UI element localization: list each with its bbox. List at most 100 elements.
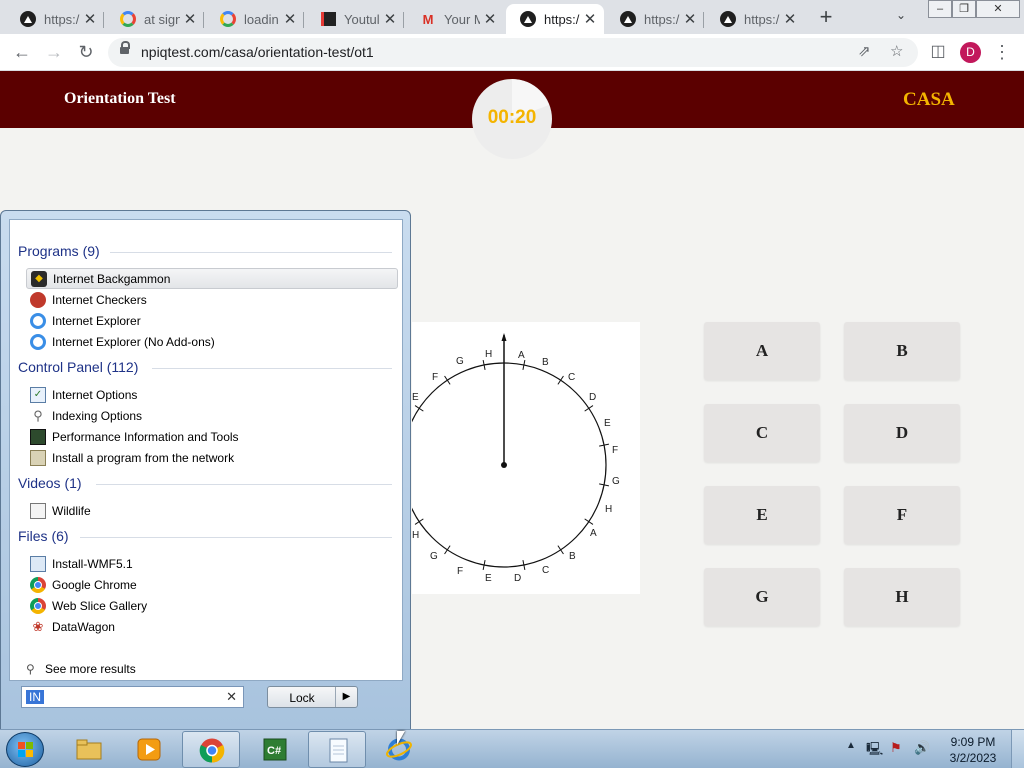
start-button[interactable] [6, 732, 44, 767]
taskbar-csharp[interactable]: C# [246, 731, 304, 768]
answer-button-f[interactable]: F [844, 486, 960, 544]
tab-close-icon[interactable]: ✕ [480, 10, 500, 28]
browser-tab[interactable]: Your M ✕ [406, 4, 504, 34]
answer-button-b[interactable]: B [844, 322, 960, 380]
ie-icon [30, 333, 46, 350]
browser-tab[interactable]: https:/ ✕ [606, 4, 704, 34]
tab-title: Your M [444, 11, 480, 27]
checkers-icon [30, 291, 46, 308]
group-heading-videos[interactable]: Videos (1) [18, 475, 392, 491]
list-item-internet-explorer[interactable]: Internet Explorer [26, 310, 398, 331]
tab-close-icon[interactable]: ✕ [180, 10, 200, 28]
browser-tab[interactable]: at sign ✕ [106, 4, 204, 34]
list-item-google-chrome[interactable]: Google Chrome [26, 574, 398, 595]
tab-close-icon[interactable]: ✕ [580, 10, 600, 28]
list-item-datawagon[interactable]: ❀ DataWagon [26, 616, 398, 637]
list-item-internet-options[interactable]: ✓ Internet Options [26, 384, 398, 405]
dial-label: B [569, 551, 576, 562]
lock-icon[interactable] [120, 41, 130, 57]
see-more-results-link[interactable]: ⚲ See more results [26, 662, 136, 678]
group-heading-programs[interactable]: Programs (9) [18, 243, 392, 259]
network-icon[interactable]: 🖳 [866, 740, 883, 762]
triangle-logo-icon [620, 11, 636, 27]
browser-tab[interactable]: Youtul ✕ [306, 4, 404, 34]
browser-tab-active[interactable]: https:/ ✕ [506, 4, 604, 34]
answer-button-g[interactable]: G [704, 568, 820, 626]
taskbar-explorer[interactable] [60, 731, 118, 768]
taskbar-media-player[interactable] [120, 731, 178, 768]
page-title: Orientation Test [64, 90, 176, 107]
youtube-doc-icon [320, 11, 336, 27]
minimize-icon[interactable]: – [928, 0, 952, 18]
list-item-internet-explorer-no-addons[interactable]: Internet Explorer (No Add-ons) [26, 331, 398, 352]
dial-tick [557, 375, 564, 385]
tab-close-icon[interactable]: ✕ [780, 10, 800, 28]
reload-icon[interactable]: ↻ [74, 40, 98, 64]
install-icon [30, 449, 46, 466]
taskbar-notepad[interactable] [308, 731, 366, 768]
profile-avatar[interactable]: D [960, 42, 981, 63]
dial-label: E [604, 418, 611, 429]
clear-search-icon[interactable]: ✕ [226, 689, 237, 705]
answer-button-c[interactable]: C [704, 404, 820, 462]
tab-close-icon[interactable]: ✕ [680, 10, 700, 28]
forward-arrow-icon[interactable]: → [42, 40, 66, 64]
tab-search-chevron-icon[interactable]: ⌄ [896, 8, 906, 22]
answer-button-h[interactable]: H [844, 568, 960, 626]
volume-icon[interactable]: 🔊 [914, 740, 930, 756]
browser-tab[interactable]: https:/ ✕ [706, 4, 804, 34]
show-hidden-icons-chevron-icon[interactable]: ▲ [846, 740, 856, 751]
window-close-icon[interactable]: ✕ [976, 0, 1020, 18]
restore-icon[interactable]: ❐ [952, 0, 976, 18]
system-clock[interactable]: 9:09 PM 3/2/2023 [946, 734, 1000, 766]
start-search-input[interactable]: IN ✕ [21, 686, 244, 708]
list-item-label: Install a program from the network [52, 450, 235, 465]
answer-button-e[interactable]: E [704, 486, 820, 544]
magnifier-icon: ⚲ [26, 662, 35, 676]
browser-tab[interactable]: https:/ ✕ [6, 4, 104, 34]
address-bar[interactable]: npiqtest.com/casa/orientation-test/ot1 ⇗… [108, 38, 918, 67]
tab-close-icon[interactable]: ✕ [280, 10, 300, 28]
list-item-indexing-options[interactable]: ⚲ Indexing Options [26, 405, 398, 426]
timer-label: 00:20 [487, 107, 537, 128]
list-item-install-program-network[interactable]: Install a program from the network [26, 447, 398, 468]
list-item-performance-information[interactable]: Performance Information and Tools [26, 426, 398, 447]
kebab-menu-icon[interactable]: ⋮ [990, 40, 1014, 64]
group-heading-label: Files (6) [18, 528, 69, 544]
list-item-internet-backgammon[interactable]: ◆ Internet Backgammon [26, 268, 398, 289]
tab-close-icon[interactable]: ✕ [80, 10, 100, 28]
share-icon[interactable]: ⇗ [858, 42, 871, 60]
dial-tick [414, 405, 424, 412]
group-heading-files[interactable]: Files (6) [18, 528, 392, 544]
windows-logo-icon [18, 742, 33, 757]
new-tab-button[interactable]: + [814, 6, 838, 30]
list-item-wildlife[interactable]: Wildlife [26, 500, 398, 521]
list-item-web-slice-gallery[interactable]: Web Slice Gallery [26, 595, 398, 616]
answer-button-a[interactable]: A [704, 322, 820, 380]
list-item-internet-checkers[interactable]: Internet Checkers [26, 289, 398, 310]
shutdown-options-arrow-icon[interactable]: ▶ [335, 687, 357, 707]
lock-button[interactable]: Lock ▶ [267, 686, 358, 708]
see-more-label: See more results [45, 662, 136, 677]
list-item-install-wmf[interactable]: Install-WMF5.1 [26, 553, 398, 574]
list-item-label: Web Slice Gallery [52, 598, 148, 613]
answer-button-d[interactable]: D [844, 404, 960, 462]
taskbar-chrome[interactable] [182, 731, 240, 768]
side-panel-icon[interactable]: ◫ [926, 40, 950, 64]
list-item-label: DataWagon [52, 619, 115, 634]
tab-close-icon[interactable]: ✕ [380, 10, 400, 28]
search-query-text[interactable]: IN [26, 690, 44, 704]
url-text[interactable]: npiqtest.com/casa/orientation-test/ot1 [141, 44, 374, 60]
group-divider [152, 368, 392, 369]
browser-tab[interactable]: loadin ✕ [206, 4, 304, 34]
show-desktop-button[interactable] [1011, 730, 1024, 768]
bookmark-star-icon[interactable]: ☆ [890, 42, 903, 60]
tab-title: https:/ [644, 11, 680, 27]
group-heading-label: Videos (1) [18, 475, 82, 491]
dial-label: G [456, 356, 464, 367]
action-center-flag-icon[interactable]: ⚑ [890, 740, 902, 756]
list-item-label: Internet Explorer (No Add-ons) [52, 334, 215, 349]
back-arrow-icon[interactable]: ← [10, 40, 34, 64]
tab-title: https:/ [44, 11, 80, 27]
group-heading-control-panel[interactable]: Control Panel (112) [18, 359, 392, 375]
